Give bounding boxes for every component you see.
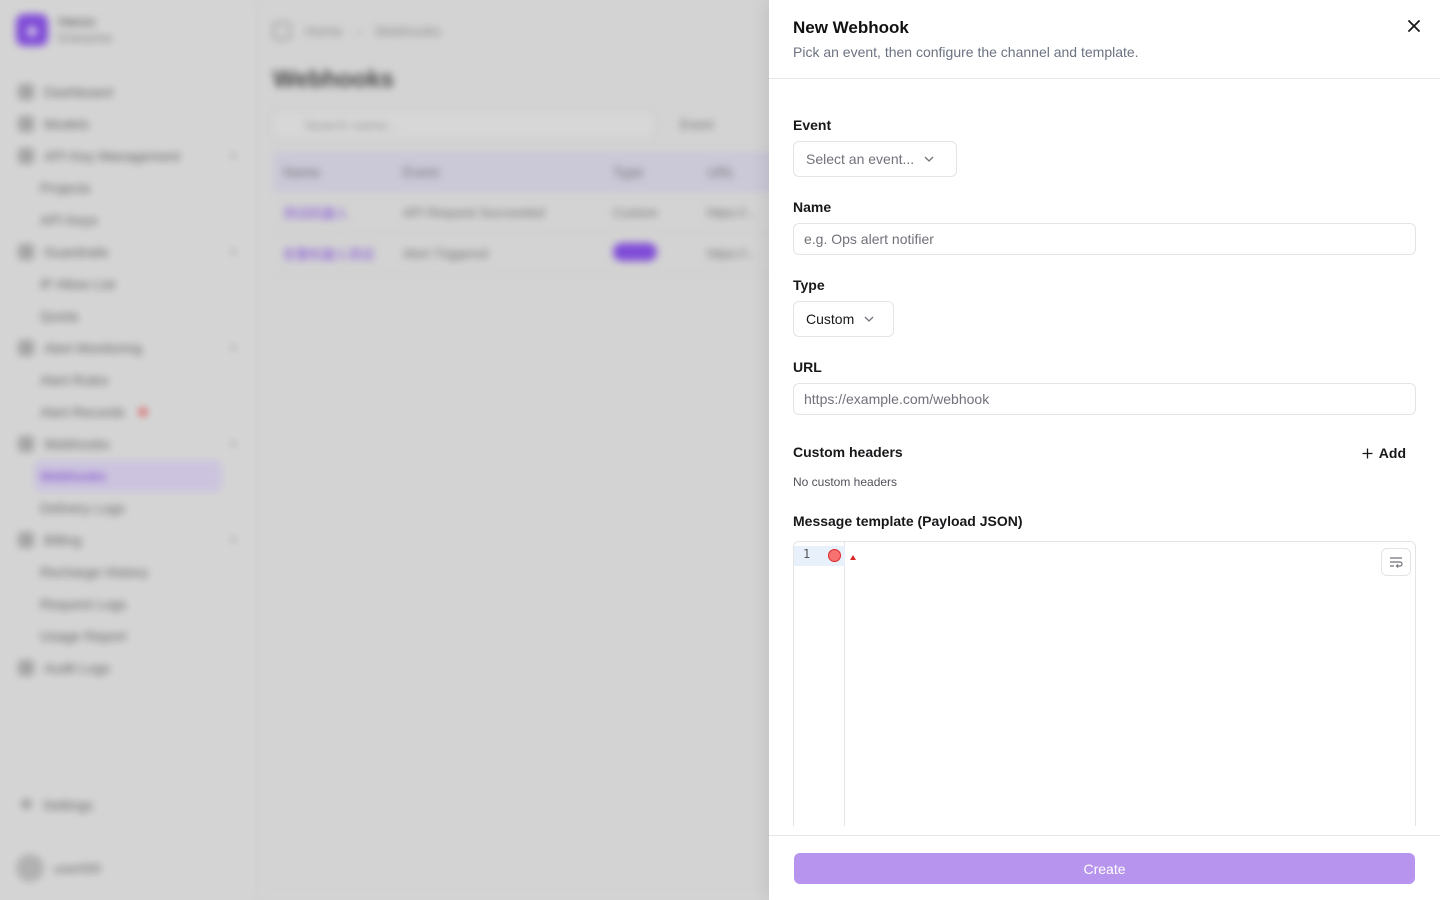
url-input[interactable]: [793, 383, 1416, 415]
chevron-down-icon: [924, 156, 934, 162]
wrap-lines-icon: [1390, 557, 1403, 568]
template-label: Message template (Payload JSON): [793, 513, 1023, 529]
drawer-description: Pick an event, then configure the channe…: [793, 44, 1139, 60]
add-header-label: Add: [1378, 445, 1406, 461]
name-label: Name: [793, 199, 832, 215]
drawer-footer: Create: [769, 835, 1440, 900]
no-headers-text: No custom headers: [793, 475, 898, 489]
drawer-header: New Webhook Pick an event, then configur…: [769, 0, 1440, 79]
type-select[interactable]: Custom: [793, 301, 894, 337]
name-input[interactable]: [793, 223, 1416, 255]
type-label: Type: [793, 277, 825, 293]
new-webhook-drawer: New Webhook Pick an event, then configur…: [769, 0, 1440, 900]
chevron-down-icon: [864, 316, 874, 322]
word-wrap-button[interactable]: [1381, 548, 1411, 576]
plus-icon: [1362, 448, 1373, 458]
custom-headers-label: Custom headers: [793, 444, 903, 460]
modal-overlay[interactable]: [0, 0, 769, 900]
drawer-title: New Webhook: [793, 18, 909, 37]
close-icon: [1408, 20, 1420, 32]
editor-gutter: 1: [794, 542, 845, 826]
event-select-value: Select an event...: [806, 151, 915, 167]
error-caret-icon: [850, 555, 856, 560]
create-button[interactable]: Create: [794, 853, 1415, 884]
lint-error-icon[interactable]: [828, 549, 841, 562]
line-number: 1: [803, 547, 811, 561]
add-header-button[interactable]: Add: [1352, 441, 1416, 465]
event-select[interactable]: Select an event...: [793, 141, 957, 177]
url-label: URL: [793, 359, 822, 375]
json-editor[interactable]: 1: [793, 541, 1416, 826]
close-button[interactable]: [1404, 16, 1424, 36]
event-label: Event: [793, 117, 832, 133]
type-select-value: Custom: [806, 311, 855, 327]
